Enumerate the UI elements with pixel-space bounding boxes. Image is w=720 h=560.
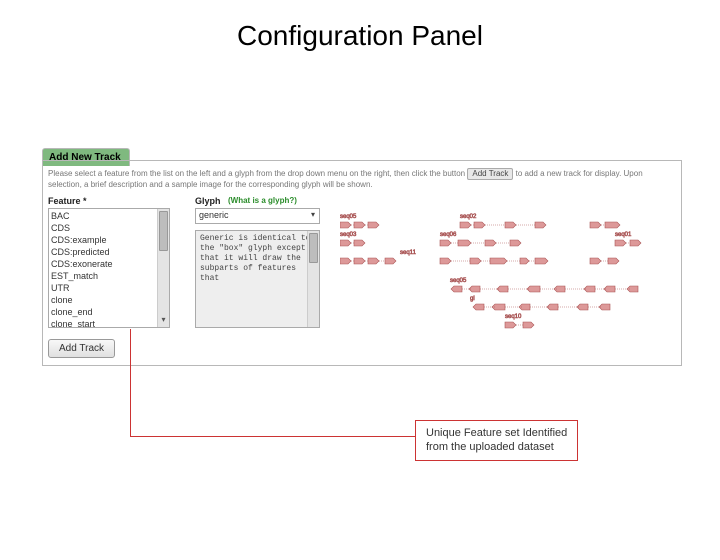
- glyph-desc-scrollbar[interactable]: [307, 231, 319, 327]
- add-track-button[interactable]: Add Track: [48, 339, 115, 358]
- svg-text:seq05: seq05: [340, 214, 357, 220]
- list-item[interactable]: CDS:predicted: [51, 246, 167, 258]
- svg-text:seq05: seq05: [450, 278, 467, 284]
- glyph-description-text: Generic is identical to the "box" glyph …: [200, 234, 310, 283]
- glyph-help-link[interactable]: (What is a glyph?): [228, 196, 297, 205]
- svg-text:gi: gi: [470, 296, 475, 302]
- feature-list[interactable]: BAC CDS CDS:example CDS:predicted CDS:ex…: [48, 208, 170, 328]
- glyph-select-value: generic: [199, 210, 229, 220]
- svg-text:seq03: seq03: [340, 232, 357, 238]
- list-item[interactable]: EST_match: [51, 270, 167, 282]
- list-item[interactable]: BAC: [51, 210, 167, 222]
- scroll-thumb[interactable]: [309, 233, 318, 263]
- page-title: Configuration Panel: [0, 20, 720, 52]
- instructions-text: Please select a feature from the list on…: [48, 168, 676, 191]
- svg-text:seq10: seq10: [505, 314, 522, 320]
- svg-text:seq11: seq11: [400, 250, 417, 256]
- list-item[interactable]: clone_end: [51, 306, 167, 318]
- callout-connector: [130, 329, 131, 436]
- glyph-select[interactable]: generic: [195, 208, 320, 224]
- list-item[interactable]: clone_start: [51, 318, 167, 328]
- callout-box: Unique Feature set Identified from the u…: [415, 420, 578, 461]
- glyph-description: Generic is identical to the "box" glyph …: [195, 230, 320, 328]
- glyph-preview: seq05 seq02 seq03 seq06 seq01: [340, 208, 676, 330]
- inline-add-track-button[interactable]: Add Track: [467, 168, 513, 180]
- list-item[interactable]: CDS: [51, 222, 167, 234]
- svg-text:seq06: seq06: [440, 232, 457, 238]
- scroll-thumb[interactable]: [159, 211, 168, 251]
- glyph-column-header: Glyph: [195, 196, 221, 206]
- callout-text: Unique Feature set Identified from the u…: [426, 427, 567, 453]
- list-item[interactable]: clone: [51, 294, 167, 306]
- scroll-down-icon[interactable]: ▾: [158, 315, 169, 327]
- list-item[interactable]: CDS:exonerate: [51, 258, 167, 270]
- feature-column-header: Feature *: [48, 196, 87, 206]
- feature-list-scrollbar[interactable]: ▴ ▾: [157, 209, 169, 327]
- list-item[interactable]: UTR: [51, 282, 167, 294]
- list-item[interactable]: CDS:example: [51, 234, 167, 246]
- svg-text:seq02: seq02: [460, 214, 477, 220]
- callout-connector: [130, 436, 415, 437]
- svg-text:seq01: seq01: [615, 232, 632, 238]
- instructions-pre: Please select a feature from the list on…: [48, 169, 465, 178]
